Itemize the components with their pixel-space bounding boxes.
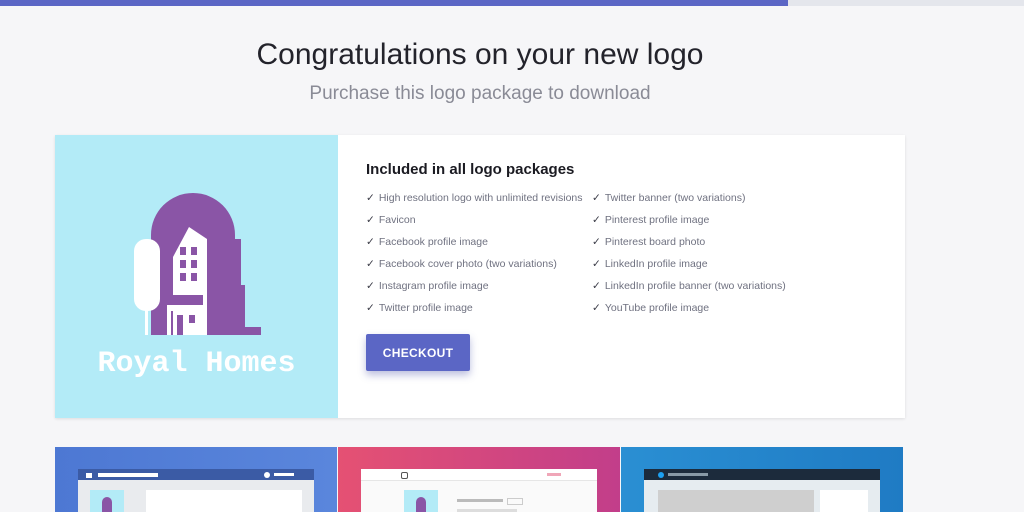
checkmark-icon: ✓: [366, 192, 375, 204]
facebook-preview[interactable]: [55, 447, 337, 512]
house-logo-icon: [134, 193, 261, 335]
twitter-mockup: [644, 469, 880, 512]
page-subtitle: Purchase this logo package to download: [309, 83, 651, 104]
instagram-preview[interactable]: [338, 447, 620, 512]
feature-item: ✓ Facebook cover photo (two variations): [366, 257, 583, 279]
facebook-mockup: [78, 469, 314, 512]
feature-label: Twitter banner (two variations): [604, 192, 746, 204]
package-heading: Included in all logo packages: [366, 161, 575, 178]
checkmark-icon: ✓: [592, 192, 601, 204]
feature-label: Twitter profile image: [378, 302, 473, 314]
twitter-preview[interactable]: [621, 447, 903, 512]
feature-list-right: ✓ Twitter banner (two variations) ✓ Pintere…: [592, 191, 786, 323]
feature-label: Instagram profile image: [378, 280, 489, 292]
checkmark-icon: ✓: [592, 236, 601, 248]
checkmark-icon: ✓: [366, 302, 375, 314]
feature-item: ✓ LinkedIn profile banner (two variations…: [592, 279, 786, 301]
feature-item: ✓ LinkedIn profile image: [592, 257, 786, 279]
feature-item: ✓ Pinterest board photo: [592, 235, 786, 257]
checkmark-icon: ✓: [366, 236, 375, 248]
checkmark-icon: ✓: [366, 214, 375, 226]
feature-label: Facebook cover photo (two variations): [378, 258, 557, 270]
feature-item: ✓ YouTube profile image: [592, 301, 786, 323]
logo-wordmark: Royal Homes: [97, 347, 296, 381]
feature-label: Pinterest profile image: [604, 214, 710, 226]
checkmark-icon: ✓: [592, 214, 601, 226]
feature-item: ✓ Instagram profile image: [366, 279, 583, 301]
instagram-mockup: [361, 469, 597, 512]
logo-package-card: Royal Homes Included in all logo package…: [55, 135, 905, 418]
feature-list-left: ✓ High resolution logo with unlimited rev…: [366, 191, 583, 323]
feature-item: ✓ Pinterest profile image: [592, 213, 786, 235]
package-info: Included in all logo packages ✓ High reso…: [366, 161, 786, 314]
feature-item: ✓ Twitter profile image: [366, 301, 583, 323]
progress-track: [0, 0, 1024, 6]
social-previews: [55, 447, 905, 512]
checkmark-icon: ✓: [366, 258, 375, 270]
feature-label: YouTube profile image: [604, 302, 710, 314]
checkmark-icon: ✓: [592, 302, 601, 314]
logo-preview: Royal Homes: [55, 135, 338, 418]
progress-bar: [0, 0, 789, 6]
feature-label: Facebook profile image: [378, 236, 488, 248]
feature-label: LinkedIn profile banner (two variations): [604, 280, 786, 292]
feature-item: ✓ Facebook profile image: [366, 235, 583, 257]
feature-label: LinkedIn profile image: [604, 258, 708, 270]
feature-item: ✓ High resolution logo with unlimited rev…: [366, 191, 583, 213]
feature-item: ✓ Twitter banner (two variations): [592, 191, 786, 213]
feature-label: Favicon: [378, 214, 416, 226]
checkmark-icon: ✓: [366, 280, 375, 292]
checkmark-icon: ✓: [592, 258, 601, 270]
feature-item: ✓ Favicon: [366, 213, 583, 235]
page-title: Congratulations on your new logo: [256, 38, 704, 71]
feature-label: High resolution logo with unlimited revi…: [378, 192, 583, 204]
feature-label: Pinterest board photo: [604, 236, 706, 248]
checkout-button[interactable]: CHECKOUT: [366, 334, 470, 371]
checkmark-icon: ✓: [592, 280, 601, 292]
